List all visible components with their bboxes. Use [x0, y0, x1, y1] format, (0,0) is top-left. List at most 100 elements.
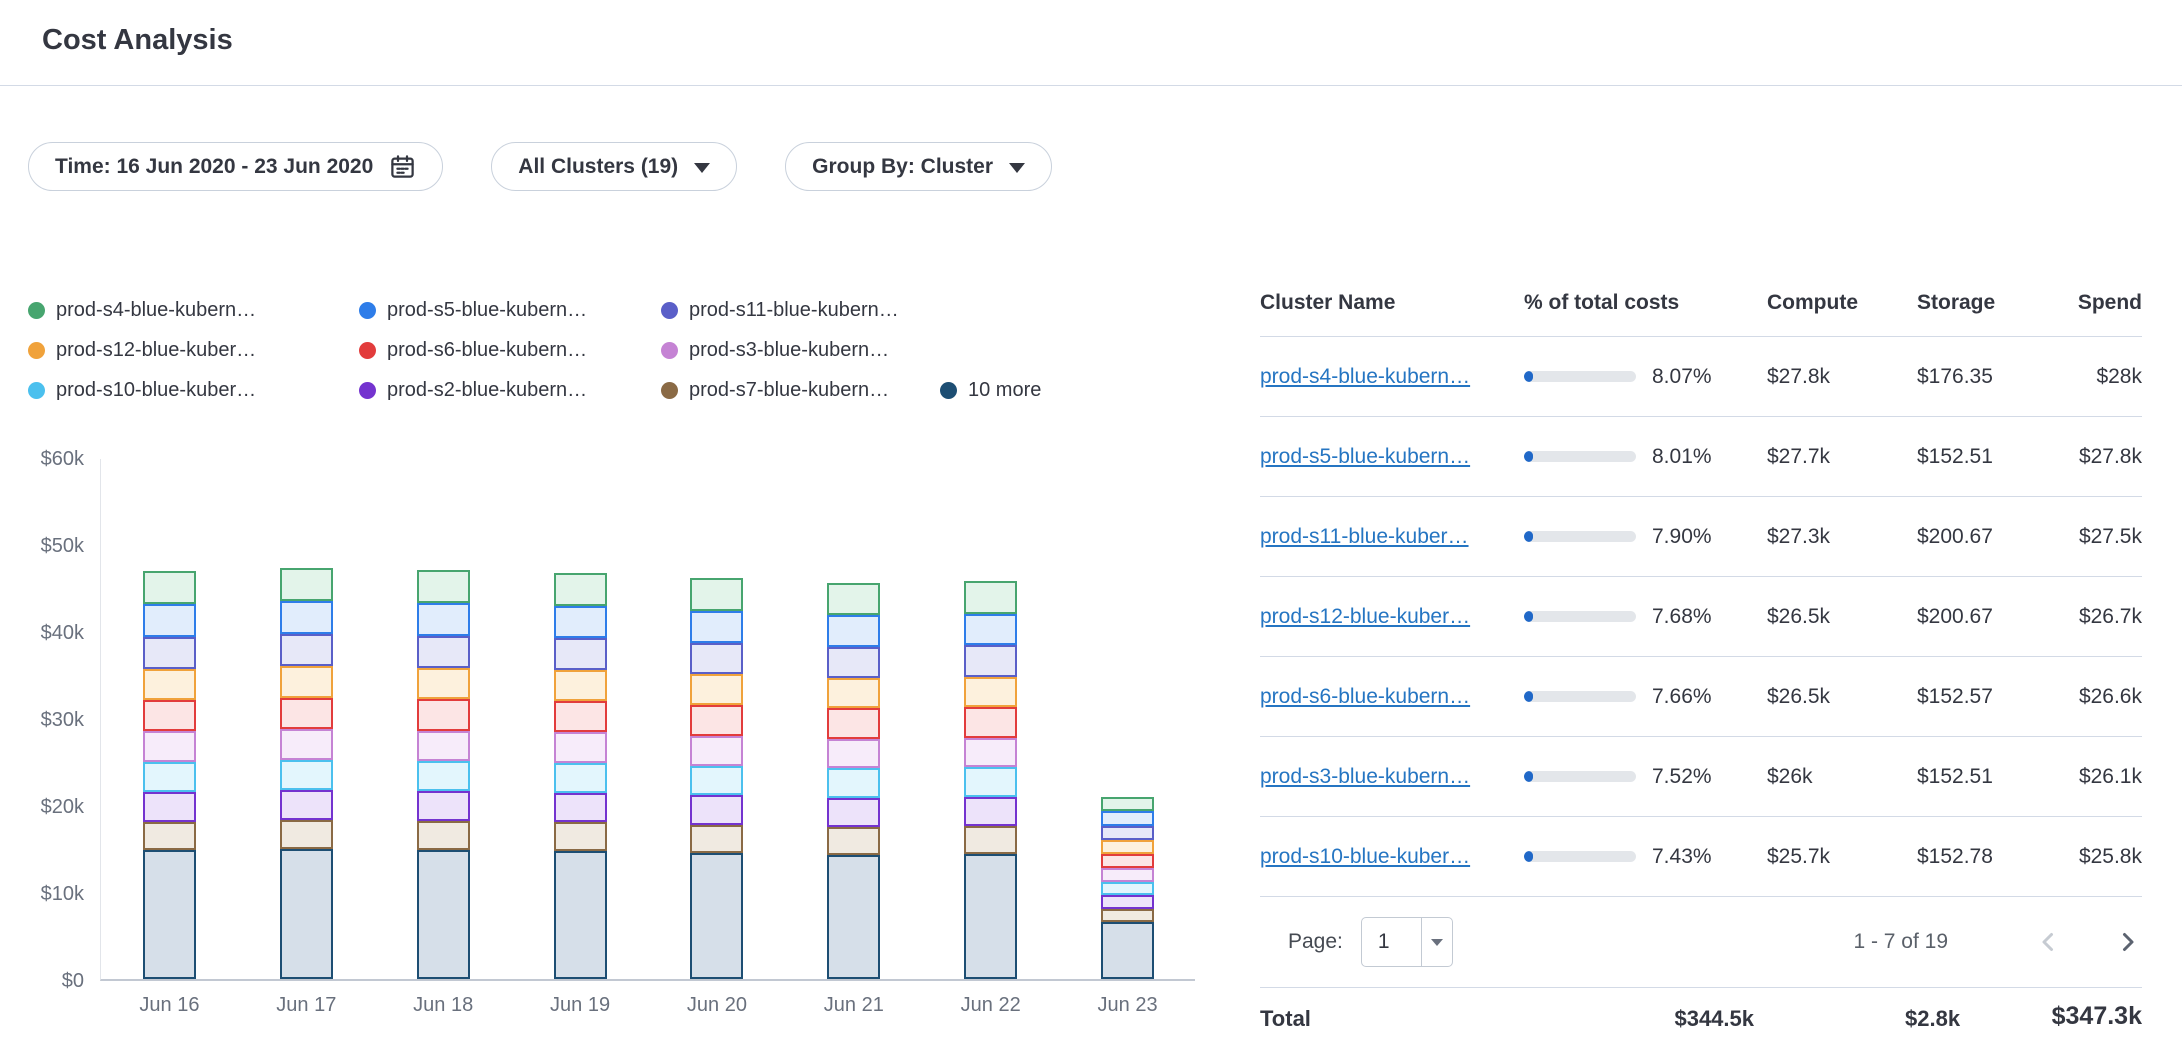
bar-segment[interactable]	[690, 578, 743, 610]
stacked-bar-jun-17[interactable]	[280, 568, 333, 979]
bar-segment[interactable]	[280, 820, 333, 849]
bar-segment[interactable]	[143, 669, 196, 700]
bar-segment[interactable]	[280, 634, 333, 666]
bar-segment[interactable]	[280, 849, 333, 979]
bar-segment[interactable]	[1101, 895, 1154, 908]
bar-segment[interactable]	[1101, 882, 1154, 895]
bar-segment[interactable]	[690, 611, 743, 643]
bar-segment[interactable]	[827, 855, 880, 979]
bar-segment[interactable]	[964, 677, 1017, 707]
bar-segment[interactable]	[280, 666, 333, 697]
bar-segment[interactable]	[827, 647, 880, 678]
stacked-bar-jun-20[interactable]	[690, 578, 743, 979]
bar-segment[interactable]	[417, 603, 470, 636]
legend-item[interactable]: prod-s6-blue-kubern…	[359, 339, 661, 362]
legend-item[interactable]: prod-s12-blue-kuber…	[28, 339, 359, 362]
bar-segment[interactable]	[417, 821, 470, 850]
bar-segment[interactable]	[827, 583, 880, 615]
bar-segment[interactable]	[690, 736, 743, 766]
bar-segment[interactable]	[143, 792, 196, 822]
cluster-link[interactable]: prod-s6-blue-kubern…	[1260, 685, 1470, 708]
bar-segment[interactable]	[554, 793, 607, 823]
bar-segment[interactable]	[690, 853, 743, 979]
page-select[interactable]: 1	[1361, 917, 1453, 967]
bar-segment[interactable]	[280, 790, 333, 820]
stacked-bar-jun-19[interactable]	[554, 573, 607, 979]
bar-segment[interactable]	[554, 822, 607, 851]
time-range-filter[interactable]: Time: 16 Jun 2020 - 23 Jun 2020	[28, 142, 443, 191]
legend-item[interactable]: prod-s2-blue-kubern…	[359, 379, 661, 402]
bar-segment[interactable]	[690, 643, 743, 675]
bar-segment[interactable]	[964, 614, 1017, 646]
bar-segment[interactable]	[554, 732, 607, 762]
stacked-bar-jun-23[interactable]	[1101, 797, 1154, 979]
legend-item[interactable]: 10 more	[940, 379, 1041, 402]
bar-segment[interactable]	[964, 797, 1017, 826]
bar-segment[interactable]	[690, 705, 743, 736]
bar-segment[interactable]	[1101, 909, 1154, 922]
bar-segment[interactable]	[827, 798, 880, 827]
bar-segment[interactable]	[417, 570, 470, 603]
bar-segment[interactable]	[1101, 840, 1154, 854]
bar-segment[interactable]	[143, 731, 196, 762]
bar-segment[interactable]	[964, 581, 1017, 613]
bar-segment[interactable]	[143, 762, 196, 792]
bar-segment[interactable]	[554, 573, 607, 606]
bar-segment[interactable]	[280, 568, 333, 601]
bar-segment[interactable]	[554, 670, 607, 701]
stacked-bar-jun-21[interactable]	[827, 583, 880, 979]
bar-segment[interactable]	[280, 601, 333, 634]
bar-segment[interactable]	[964, 645, 1017, 676]
bar-segment[interactable]	[1101, 811, 1154, 826]
bar-segment[interactable]	[1101, 922, 1154, 979]
next-page-button[interactable]	[2112, 927, 2142, 957]
bar-segment[interactable]	[417, 731, 470, 762]
bar-segment[interactable]	[417, 668, 470, 699]
bar-segment[interactable]	[1101, 797, 1154, 812]
bar-segment[interactable]	[1101, 868, 1154, 882]
stacked-bar-jun-16[interactable]	[143, 571, 196, 979]
bar-segment[interactable]	[827, 708, 880, 738]
bar-segment[interactable]	[143, 604, 196, 637]
bar-segment[interactable]	[827, 739, 880, 769]
legend-item[interactable]: prod-s7-blue-kubern…	[661, 379, 940, 402]
bar-segment[interactable]	[690, 674, 743, 705]
bar-segment[interactable]	[554, 606, 607, 638]
legend-item[interactable]: prod-s3-blue-kubern…	[661, 339, 889, 362]
bar-segment[interactable]	[690, 825, 743, 853]
bar-segment[interactable]	[554, 763, 607, 793]
bar-segment[interactable]	[417, 791, 470, 821]
bar-segment[interactable]	[417, 636, 470, 668]
cluster-link[interactable]: prod-s12-blue-kuber…	[1260, 605, 1470, 628]
bar-segment[interactable]	[827, 615, 880, 647]
bar-segment[interactable]	[280, 760, 333, 790]
cluster-link[interactable]: prod-s11-blue-kuber…	[1260, 525, 1469, 548]
bar-segment[interactable]	[280, 698, 333, 729]
legend-item[interactable]: prod-s5-blue-kubern…	[359, 299, 661, 322]
bar-segment[interactable]	[964, 738, 1017, 768]
prev-page-button[interactable]	[2034, 927, 2064, 957]
bar-segment[interactable]	[827, 768, 880, 797]
cluster-link[interactable]: prod-s5-blue-kubern…	[1260, 445, 1470, 468]
legend-item[interactable]: prod-s10-blue-kuber…	[28, 379, 359, 402]
bar-segment[interactable]	[143, 850, 196, 979]
clusters-filter[interactable]: All Clusters (19)	[491, 142, 737, 191]
bar-segment[interactable]	[143, 822, 196, 851]
cluster-link[interactable]: prod-s4-blue-kubern…	[1260, 365, 1470, 388]
stacked-bar-jun-18[interactable]	[417, 570, 470, 979]
bar-segment[interactable]	[554, 638, 607, 670]
bar-segment[interactable]	[280, 729, 333, 760]
legend-item[interactable]: prod-s4-blue-kubern…	[28, 299, 359, 322]
bar-segment[interactable]	[964, 767, 1017, 796]
legend-item[interactable]: prod-s11-blue-kubern…	[661, 299, 899, 322]
bar-segment[interactable]	[554, 851, 607, 979]
bar-segment[interactable]	[964, 707, 1017, 737]
bar-segment[interactable]	[143, 700, 196, 731]
bar-segment[interactable]	[827, 827, 880, 855]
stacked-bar-jun-22[interactable]	[964, 581, 1017, 979]
bar-segment[interactable]	[964, 854, 1017, 979]
bar-segment[interactable]	[827, 678, 880, 708]
bar-segment[interactable]	[143, 637, 196, 669]
bar-segment[interactable]	[554, 701, 607, 732]
bar-segment[interactable]	[964, 826, 1017, 854]
